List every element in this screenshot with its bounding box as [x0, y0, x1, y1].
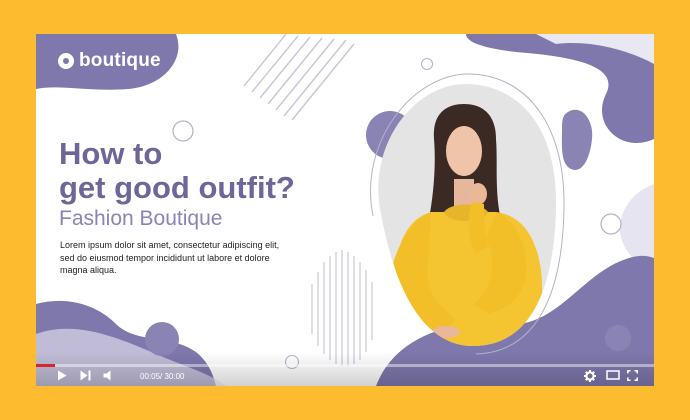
outline-circle — [600, 213, 622, 235]
progress-bar-fill — [36, 364, 55, 367]
fullscreen-icon — [627, 370, 638, 381]
subtitle: Fashion Boutique — [59, 207, 223, 230]
video-player-controls: 00:05/ 30:00 — [36, 364, 654, 386]
play-icon — [58, 370, 67, 381]
theater-mode-icon — [606, 370, 620, 380]
small-purple-blob — [561, 109, 593, 170]
thumbnail-frame: boutique How to get good outfit? Fashion… — [36, 34, 654, 386]
brand-name: boutique — [79, 50, 161, 71]
volume-button[interactable] — [103, 370, 114, 381]
description-text: Lorem ipsum dolor sit amet, consectetur … — [60, 240, 280, 275]
fullscreen-button[interactable] — [627, 370, 638, 381]
vertical-stripes-bottom — [311, 250, 373, 366]
next-icon — [80, 370, 91, 381]
volume-icon — [103, 370, 111, 381]
progress-bar[interactable] — [36, 364, 654, 367]
next-button[interactable] — [80, 370, 91, 381]
time-display: 00:05/ 30:00 — [140, 372, 185, 381]
settings-button[interactable] — [584, 370, 596, 382]
theater-mode-button[interactable] — [606, 370, 620, 380]
filled-circle — [145, 322, 179, 356]
brand-logo: boutique — [58, 50, 161, 72]
diagonal-stripes-top — [243, 34, 355, 121]
play-button[interactable] — [57, 370, 67, 381]
logo-mark-icon — [58, 53, 74, 69]
headline: How to get good outfit? — [59, 137, 295, 205]
right-light-blob — [620, 184, 654, 269]
headline-line-1: How to — [59, 136, 163, 171]
filled-circle — [605, 325, 631, 351]
outline-circle — [420, 57, 434, 71]
gear-icon — [584, 370, 596, 382]
headline-line-2: get good outfit? — [59, 170, 295, 205]
